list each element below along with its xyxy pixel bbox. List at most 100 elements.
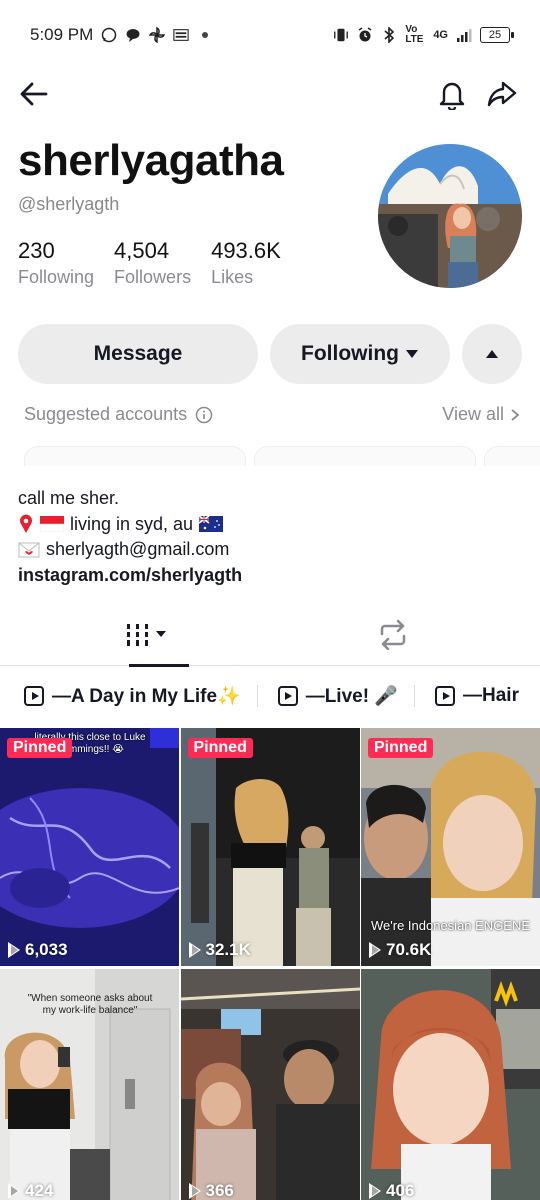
playlist-chip[interactable]: —Hair <box>435 685 519 707</box>
top-nav <box>0 70 540 118</box>
view-count-label: 6,033 <box>25 940 68 959</box>
view-count: 366 <box>188 1181 234 1200</box>
bio-email: sherlyagth@gmail.com <box>46 539 230 559</box>
play-icon <box>188 1183 201 1199</box>
pinned-badge: Pinned <box>187 738 253 758</box>
suggested-toggle-button[interactable] <box>462 324 522 384</box>
australia-flag-icon <box>199 516 224 533</box>
view-count: 6,033 <box>8 940 68 960</box>
view-all-label: View all <box>442 404 504 424</box>
stat-followers[interactable]: 4,504 Followers <box>114 238 191 290</box>
view-count: 70.6K <box>369 940 431 960</box>
bio-instagram-link[interactable]: instagram.com/sherlyagth <box>18 563 242 589</box>
profile-display-name: sherlyagatha <box>18 136 284 185</box>
suggested-accounts-carousel[interactable] <box>24 446 540 466</box>
playlist-play-icon <box>24 686 44 706</box>
playlist-chips: —A Day in My Life✨ —Live! 🎤 —Hair <box>0 676 540 716</box>
video-grid-icon <box>127 624 166 646</box>
stat-value: 230 <box>18 238 55 263</box>
stat-following[interactable]: 230 Following <box>18 238 94 290</box>
chip-divider <box>414 685 415 707</box>
suggested-accounts-label: Suggested accounts <box>24 404 188 424</box>
suggested-account-card[interactable] <box>254 446 476 466</box>
video-thumbnail[interactable]: "When someone asks about my work-life ba… <box>0 969 179 1200</box>
playlist-chip[interactable]: —Live! 🎤 <box>277 684 398 708</box>
tab-reposts[interactable] <box>258 604 528 666</box>
view-count-label: 366 <box>205 1181 234 1200</box>
playlist-label: —A Day in My Life✨ <box>52 686 241 707</box>
suggested-account-card[interactable] <box>24 446 246 466</box>
network-type-label: 4G <box>433 29 448 41</box>
view-count: 424 <box>8 1181 53 1200</box>
back-arrow-icon <box>20 82 48 106</box>
vibrate-icon <box>333 27 349 43</box>
share-arrow-icon <box>487 81 517 107</box>
love-letter-icon <box>18 542 40 558</box>
back-button[interactable] <box>16 76 52 112</box>
stat-value: 493.6K <box>211 238 281 263</box>
play-icon <box>369 942 381 958</box>
play-icon <box>369 1183 381 1199</box>
video-caption: "When someone asks about my work-life ba… <box>27 993 153 1016</box>
profile-stats: 230 Following 4,504 Followers 493.6K Lik… <box>18 238 281 290</box>
profile-handle: @sherlyagth <box>18 194 120 214</box>
view-all-link[interactable]: View all <box>442 404 520 425</box>
repost-icon <box>380 620 406 650</box>
video-thumbnail[interactable]: 406 <box>361 969 540 1200</box>
info-icon[interactable] <box>195 406 213 424</box>
pinned-badge: Pinned <box>368 738 434 758</box>
battery-level: 25 <box>488 29 502 41</box>
message-button-label: Message <box>93 342 183 365</box>
status-time: 5:09 PM <box>30 25 94 44</box>
following-button[interactable]: Following <box>270 324 450 384</box>
active-tab-indicator <box>129 664 189 667</box>
bio-line: call me sher. <box>18 488 120 508</box>
stat-label: Followers <box>114 267 192 287</box>
caret-down-icon <box>405 350 418 358</box>
video-thumbnail[interactable]: 366 <box>180 969 360 1200</box>
view-count-label: 406 <box>386 1181 415 1200</box>
video-thumbnail[interactable]: We're Indonesian ENGENE Pinned 70.6K <box>361 728 540 966</box>
suggested-account-card[interactable] <box>484 446 540 466</box>
share-button[interactable] <box>484 76 520 112</box>
chat-icon <box>125 27 141 43</box>
signal-icon <box>456 27 472 43</box>
pin-icon <box>18 514 34 534</box>
video-thumbnail[interactable]: literally this close to Luke Hemmings!! … <box>0 728 179 966</box>
notification-dot-icon <box>197 27 213 43</box>
stat-label: Likes <box>211 267 254 287</box>
pinned-badge: Pinned <box>7 738 73 758</box>
tab-videos[interactable] <box>12 604 282 667</box>
bluetooth-icon <box>381 27 397 43</box>
playlist-play-icon <box>277 686 298 706</box>
video-caption: We're Indonesian ENGENE <box>371 918 531 933</box>
suggested-accounts-header: Suggested accounts View all <box>24 404 520 425</box>
alarm-icon <box>357 27 373 43</box>
chip-divider <box>256 685 258 707</box>
following-button-label: Following <box>301 342 399 365</box>
view-count-label: 70.6K <box>386 940 432 959</box>
playlist-label: —Live! 🎤 <box>305 686 398 707</box>
status-bar: 5:09 PM Vo LTE 4G 25 <box>0 0 540 70</box>
pinwheel-icon <box>149 27 166 43</box>
view-count: 32.1K <box>188 940 251 960</box>
bell-icon <box>439 82 465 110</box>
video-thumbnail[interactable]: Pinned 32.1K <box>180 728 360 966</box>
profile-bio: call me sher. living in syd, au sherlyag… <box>18 486 242 588</box>
indonesia-flag-icon <box>40 516 64 533</box>
play-icon <box>8 1183 20 1199</box>
message-button[interactable]: Message <box>18 324 258 384</box>
app-badge-icon <box>173 27 189 43</box>
playlist-chip[interactable]: —A Day in My Life✨ <box>24 684 241 708</box>
view-count: 406 <box>369 1181 414 1200</box>
avatar[interactable] <box>378 144 522 288</box>
stat-label: Following <box>18 267 95 287</box>
chevron-right-icon <box>511 408 520 421</box>
whatsapp-icon <box>101 27 117 43</box>
play-icon <box>188 942 201 958</box>
notification-bell-button[interactable] <box>434 76 470 112</box>
playlist-play-icon <box>435 686 455 706</box>
stat-likes[interactable]: 493.6K Likes <box>211 238 281 290</box>
stat-value: 4,504 <box>114 238 170 263</box>
play-icon <box>8 942 20 958</box>
